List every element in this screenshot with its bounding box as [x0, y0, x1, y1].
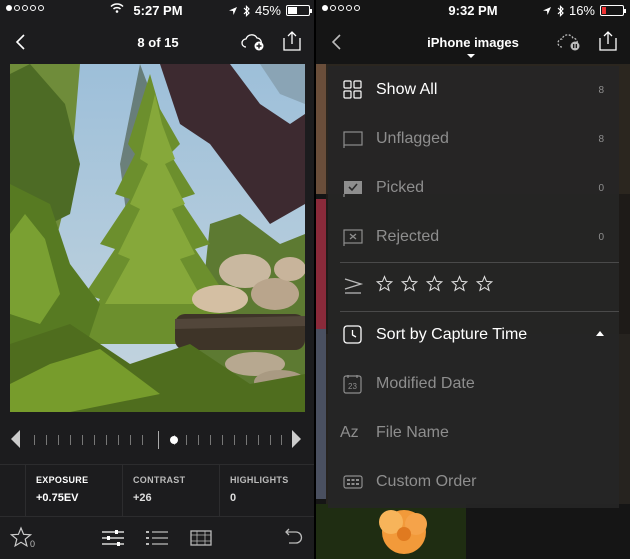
location-icon: [228, 6, 237, 15]
param-spacer: [0, 465, 26, 516]
bluetooth-icon: [243, 4, 250, 17]
undo-icon[interactable]: [283, 528, 303, 546]
status-bar: 9:32 PM 16%: [316, 0, 630, 22]
location-icon: [542, 6, 551, 15]
grid-icon: [343, 80, 362, 99]
battery-percent: 16%: [568, 3, 595, 18]
menu-item-label: Rejected: [376, 228, 440, 245]
menu-item-modified-date[interactable]: 23 Modified Date: [328, 360, 619, 409]
menu-item-label: Picked: [376, 179, 425, 196]
share-icon[interactable]: [599, 31, 617, 51]
adjustment-params: EXPOSURE +0.75EV CONTRAST +26 HIGHLIGHTS…: [0, 464, 316, 516]
presets-list-icon[interactable]: [145, 529, 169, 547]
menu-item-count: 0: [598, 232, 604, 243]
param-highlights[interactable]: HIGHLIGHTS 0: [220, 465, 316, 516]
grid-photo-edge: [316, 329, 326, 499]
param-contrast[interactable]: CONTRAST +26: [123, 465, 220, 516]
rejected-flag-icon: [343, 229, 363, 246]
grid-photo-edge: [316, 199, 326, 329]
status-bar: 5:27 PM 45%: [0, 0, 316, 22]
grid-photo-edge: [316, 64, 326, 194]
param-value: +0.75EV: [36, 492, 79, 504]
cloud-sync-paused-icon[interactable]: [556, 32, 582, 52]
star-icon[interactable]: [451, 275, 468, 292]
bottom-toolbar: 0: [0, 516, 316, 559]
star-rating-icon[interactable]: [10, 526, 32, 548]
greater-or-equal-icon: [344, 278, 364, 294]
share-icon[interactable]: [283, 31, 301, 51]
slider-knob[interactable]: [170, 436, 178, 444]
menu-item-label: Custom Order: [376, 473, 477, 490]
param-label: EXPOSURE: [36, 475, 89, 485]
grid-photo-flower[interactable]: [316, 504, 466, 559]
page-title: 8 of 15: [137, 35, 179, 50]
menu-item-label: File Name: [376, 424, 449, 441]
exposure-slider[interactable]: [0, 412, 316, 464]
spruce-tree-photo: [10, 64, 305, 412]
star-filter-row[interactable]: [376, 275, 493, 292]
sort-direction-caret-icon[interactable]: [596, 331, 604, 336]
calendar-icon-text: 23: [348, 382, 357, 391]
cloud-add-icon[interactable]: [240, 32, 266, 52]
title-dropdown-caret-icon[interactable]: [466, 53, 476, 59]
menu-item-rejected[interactable]: Rejected 0: [328, 213, 619, 262]
menu-item-label: Unflagged: [376, 130, 449, 147]
calendar-icon: 23: [343, 375, 362, 394]
custom-order-icon: [343, 475, 363, 489]
az-icon: Az: [340, 424, 359, 441]
star-icon[interactable]: [376, 275, 393, 292]
menu-item-custom-order[interactable]: Custom Order: [328, 458, 619, 507]
nav-bar: iPhone images: [316, 22, 630, 64]
bluetooth-icon: [557, 4, 564, 17]
param-value: 0: [230, 492, 237, 504]
star-icon[interactable]: [476, 275, 493, 292]
menu-item-label: Show All: [376, 81, 438, 98]
star-count: 0: [30, 539, 36, 549]
crop-icon[interactable]: [189, 528, 213, 548]
param-exposure[interactable]: EXPOSURE +0.75EV: [26, 465, 123, 516]
star-icon[interactable]: [401, 275, 418, 292]
menu-item-sort-capture-time[interactable]: Sort by Capture Time: [328, 311, 619, 360]
screenshot-root: 5:27 PM 45% 8 of 15 EXPOSURE +0.75EV CON…: [0, 0, 630, 559]
collection-title[interactable]: iPhone images: [316, 35, 630, 50]
previous-arrow-icon[interactable]: [10, 429, 22, 449]
nav-bar: 8 of 15: [0, 22, 316, 64]
menu-item-count: 0: [598, 183, 604, 194]
star-icon[interactable]: [426, 275, 443, 292]
filter-sort-menu: Show All 8 Unflagged 8 Picked 0 Rejected…: [328, 66, 619, 508]
clock-icon: [343, 325, 362, 344]
menu-item-label: Modified Date: [376, 375, 475, 392]
picked-flag-icon: [343, 181, 362, 197]
menu-item-show-all[interactable]: Show All 8: [328, 66, 619, 115]
battery-percent: 45%: [254, 3, 281, 18]
menu-item-file-name[interactable]: Az File Name: [328, 409, 619, 458]
menu-item-star-filter[interactable]: [328, 262, 619, 311]
photo-preview[interactable]: [10, 64, 305, 412]
flower-thumbnail: [316, 504, 466, 559]
menu-item-count: 8: [598, 134, 604, 145]
param-label: HIGHLIGHTS: [230, 475, 289, 485]
param-value: +26: [133, 492, 152, 504]
menu-item-label: Sort by Capture Time: [376, 326, 528, 343]
menu-item-unflagged[interactable]: Unflagged 8: [328, 115, 619, 164]
slider-track[interactable]: [34, 431, 282, 449]
menu-item-count: 8: [598, 85, 604, 96]
unflagged-icon: [343, 131, 363, 148]
editor-screen: 5:27 PM 45% 8 of 15 EXPOSURE +0.75EV CON…: [0, 0, 316, 559]
collection-screen: 9:32 PM 16% iPhone images Show All 8 Unf…: [316, 0, 630, 559]
adjust-sliders-icon[interactable]: [101, 529, 125, 547]
next-arrow-icon[interactable]: [290, 429, 302, 449]
menu-item-picked[interactable]: Picked 0: [328, 164, 619, 213]
param-label: CONTRAST: [133, 475, 186, 485]
battery-icon: [286, 5, 312, 16]
battery-icon: [600, 5, 626, 16]
